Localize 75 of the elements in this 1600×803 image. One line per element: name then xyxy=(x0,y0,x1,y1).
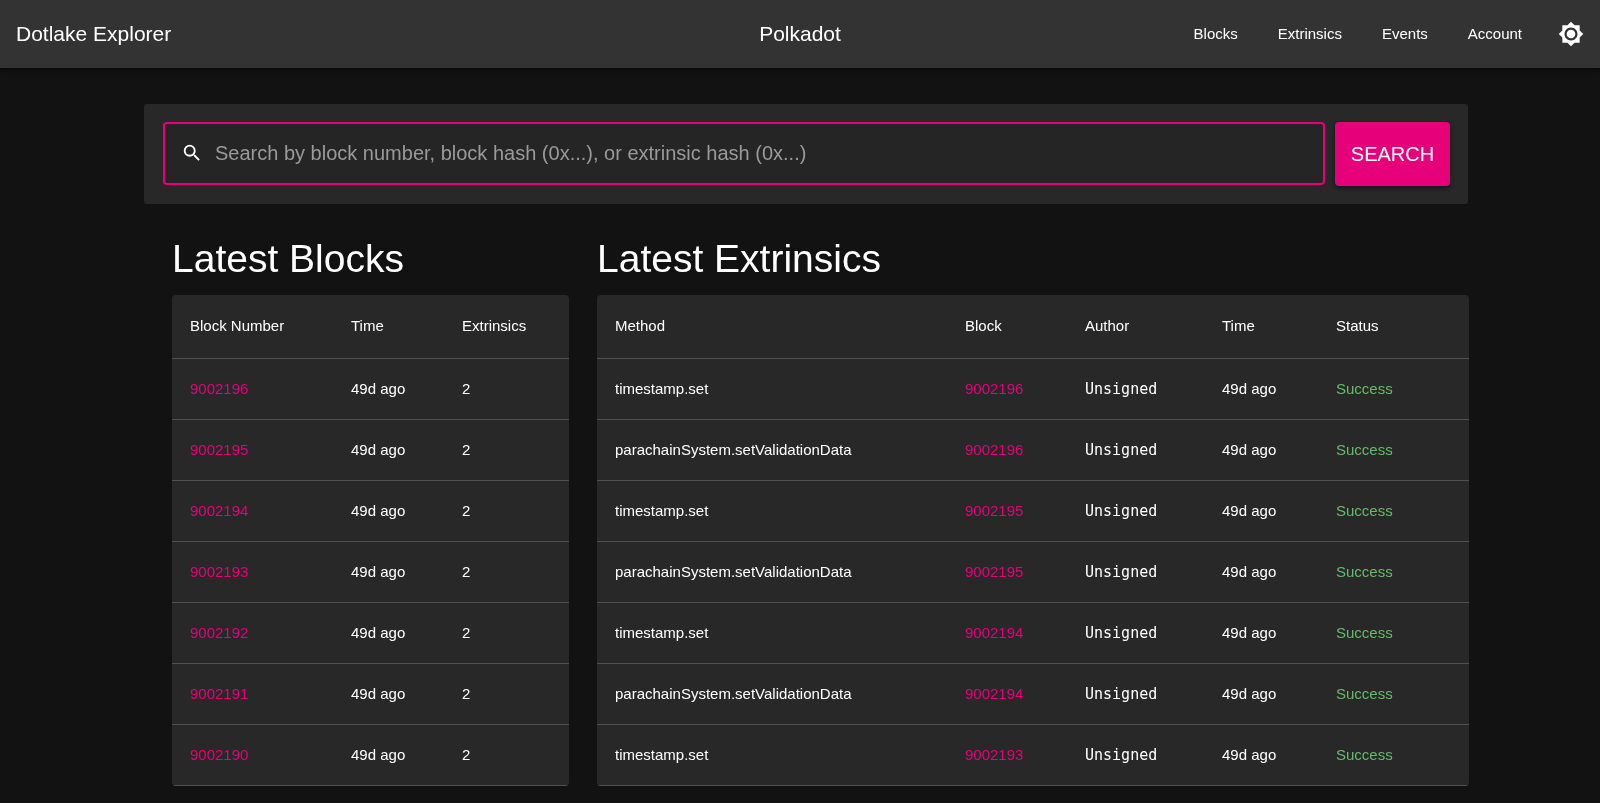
section-title: Latest Extrinsics xyxy=(597,238,882,281)
table-cell: parachainSystem.setValidationData xyxy=(615,441,852,459)
block-link[interactable]: 9002194 xyxy=(965,624,1024,642)
table-cell: 49d ago xyxy=(351,441,406,459)
status-text: Success xyxy=(1336,746,1393,764)
table-cell: timestamp.set xyxy=(615,380,709,398)
table-cell: 2 xyxy=(462,563,471,581)
column-header: Method xyxy=(597,294,947,359)
search-field[interactable]: Search by block number, block hash (0x...), or extrinsic hash (0x...) xyxy=(163,122,1325,185)
table-cell: 49d ago xyxy=(1222,563,1277,581)
status-text: Success xyxy=(1336,380,1393,398)
block-link[interactable]: 9002196 xyxy=(965,441,1024,459)
block-link[interactable]: 9002193 xyxy=(965,746,1024,764)
table-cell: Unsigned xyxy=(1085,746,1158,765)
block-link[interactable]: 9002196 xyxy=(965,380,1024,398)
column-header: Status xyxy=(1318,294,1469,359)
network-name: Polkadot xyxy=(759,21,841,48)
table-cell: Unsigned xyxy=(1085,502,1158,521)
table-cell: 49d ago xyxy=(351,380,406,398)
column-header: Time xyxy=(1204,294,1318,359)
nav-link[interactable]: Account xyxy=(1467,22,1522,46)
table-cell: 2 xyxy=(462,502,471,520)
table-cell: 49d ago xyxy=(1222,441,1277,459)
theme-toggle-icon[interactable] xyxy=(1558,21,1584,47)
block-link[interactable]: 9002191 xyxy=(190,685,249,703)
table-cell: parachainSystem.setValidationData xyxy=(615,563,852,581)
status-text: Success xyxy=(1336,441,1393,459)
table-cell: timestamp.set xyxy=(615,746,709,764)
block-link[interactable]: 9002190 xyxy=(190,746,249,764)
nav-link[interactable]: Blocks xyxy=(1193,22,1238,46)
block-link[interactable]: 9002196 xyxy=(190,380,249,398)
column-header: Author xyxy=(1067,294,1204,359)
table-cell: timestamp.set xyxy=(615,502,709,520)
block-link[interactable]: 9002194 xyxy=(190,502,249,520)
table-cell: parachainSystem.setValidationData xyxy=(615,685,852,703)
table-cell: Unsigned xyxy=(1085,624,1158,643)
block-link[interactable]: 9002192 xyxy=(190,624,249,642)
table-cell: Unsigned xyxy=(1085,441,1158,460)
block-link[interactable]: 9002195 xyxy=(965,563,1024,581)
nav-link[interactable]: Events xyxy=(1381,22,1428,46)
table-cell: 2 xyxy=(462,746,471,764)
table-cell: Unsigned xyxy=(1085,563,1158,582)
table-cell: timestamp.set xyxy=(615,624,709,642)
table-cell: 2 xyxy=(462,624,471,642)
block-link[interactable]: 9002195 xyxy=(190,441,249,459)
status-text: Success xyxy=(1336,563,1393,581)
block-link[interactable]: 9002194 xyxy=(965,685,1024,703)
column-header: Block xyxy=(947,294,1067,359)
app-title: Dotlake Explorer xyxy=(16,21,172,48)
block-link[interactable]: 9002195 xyxy=(965,502,1024,520)
table-cell: 49d ago xyxy=(1222,380,1277,398)
table-cell: Unsigned xyxy=(1085,380,1158,399)
block-link[interactable]: 9002193 xyxy=(190,563,249,581)
status-text: Success xyxy=(1336,685,1393,703)
table-cell: 49d ago xyxy=(351,563,406,581)
search-button[interactable]: SEARCH xyxy=(1335,122,1450,186)
table-cell: 2 xyxy=(462,380,471,398)
status-text: Success xyxy=(1336,624,1393,642)
table-cell: 49d ago xyxy=(351,746,406,764)
table-cell: 49d ago xyxy=(1222,685,1277,703)
column-header: Block Number xyxy=(172,294,333,359)
nav-link[interactable]: Extrinsics xyxy=(1277,22,1342,46)
table-cell: 2 xyxy=(462,685,471,703)
section-title: Latest Blocks xyxy=(172,238,405,281)
table-cell: 49d ago xyxy=(351,685,406,703)
table-cell: Unsigned xyxy=(1085,685,1158,704)
table-cell: 49d ago xyxy=(351,624,406,642)
column-header: Time xyxy=(333,294,444,359)
table-cell: 2 xyxy=(462,441,471,459)
table-cell: 49d ago xyxy=(1222,502,1277,520)
table-cell: 49d ago xyxy=(1222,624,1277,642)
table-cell: 49d ago xyxy=(351,502,406,520)
status-text: Success xyxy=(1336,502,1393,520)
table-cell: 49d ago xyxy=(1222,746,1277,764)
column-header: Extrinsics xyxy=(444,294,569,359)
